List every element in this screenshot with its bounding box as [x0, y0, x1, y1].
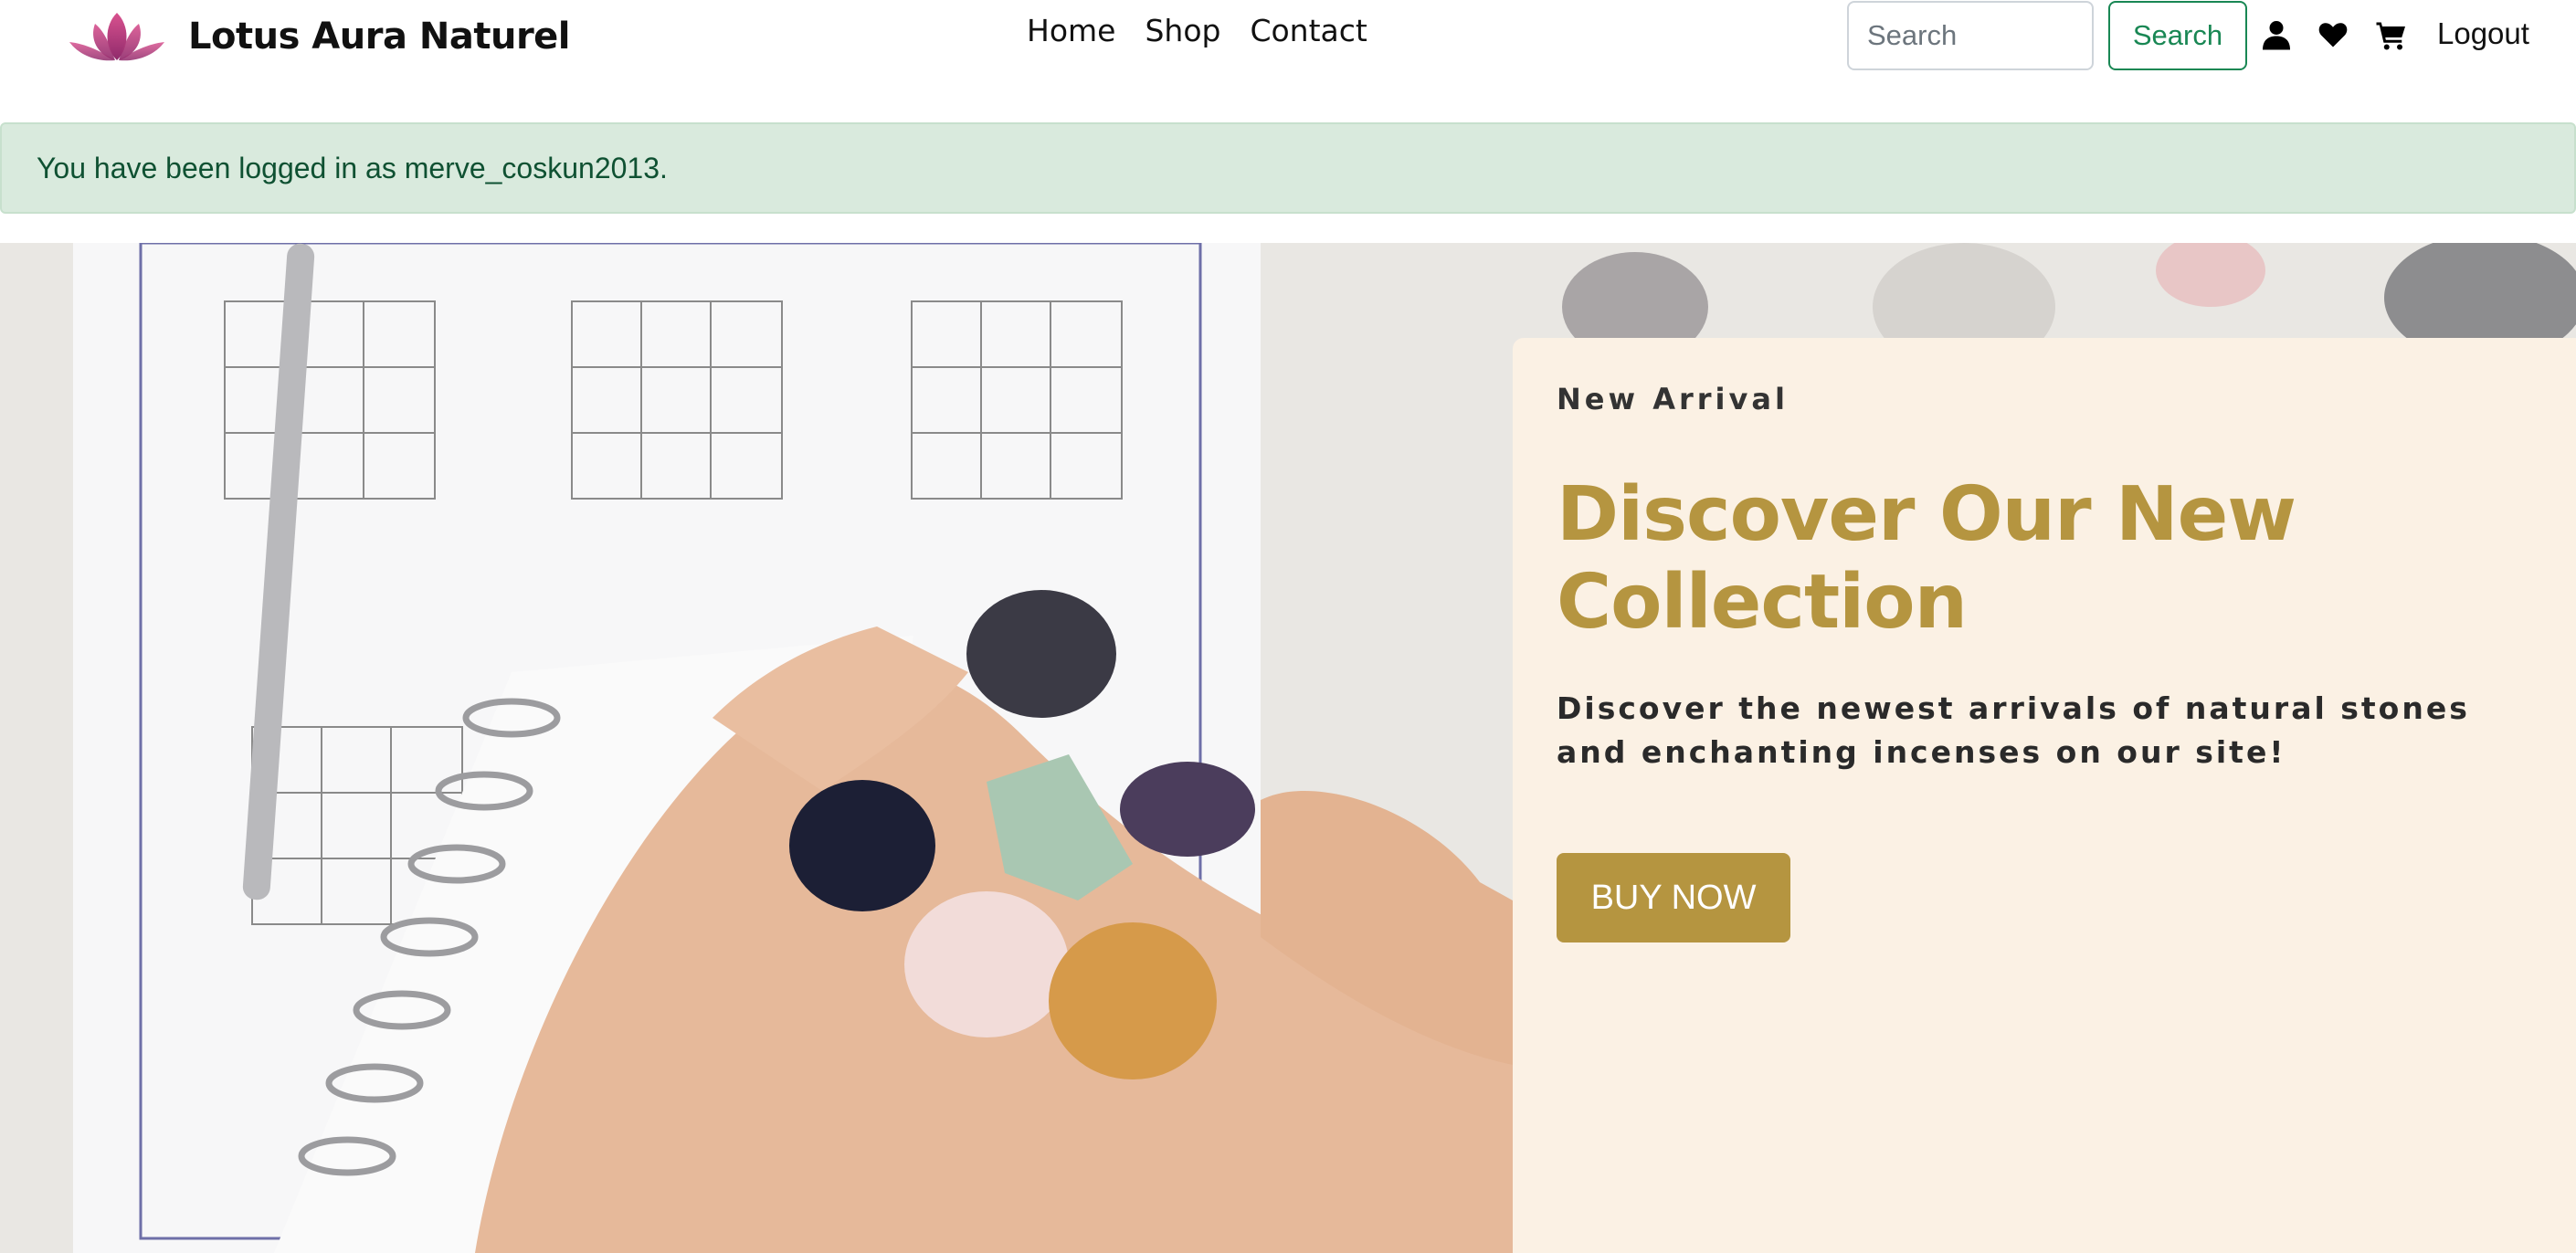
nav-home-link[interactable]: Home — [1027, 13, 1115, 48]
brand-name: Lotus Aura Naturel — [188, 16, 571, 58]
hero-banner: New Arrival Discover Our New Collection … — [0, 243, 2576, 1253]
search-button[interactable]: Search — [2108, 1, 2247, 70]
logout-link[interactable]: Logout — [2437, 16, 2529, 51]
main-nav: Home Shop Contact — [1027, 13, 1367, 48]
navbar: Lotus Aura Naturel Home Shop Contact Sea… — [0, 0, 2576, 71]
nav-contact-link[interactable]: Contact — [1250, 13, 1367, 48]
hero-eyebrow: New Arrival — [1557, 382, 1789, 416]
alert-message: You have been logged in as merve_coskun2… — [37, 151, 668, 184]
hero-description: Discover the newest arrivals of natural … — [1557, 690, 2470, 770]
hero-card: New Arrival Discover Our New Collection … — [1513, 338, 2576, 1253]
login-success-alert: You have been logged in as merve_coskun2… — [0, 122, 2576, 214]
heart-icon[interactable] — [2315, 16, 2351, 53]
buy-now-button[interactable]: BUY NOW — [1557, 853, 1790, 942]
nav-shop-link[interactable]: Shop — [1145, 13, 1220, 48]
lotus-icon — [69, 13, 164, 61]
cart-icon[interactable] — [2373, 16, 2410, 53]
brand[interactable]: Lotus Aura Naturel — [58, 5, 571, 68]
user-icon[interactable] — [2258, 16, 2295, 53]
hero-title: Discover Our New Collection — [1557, 471, 2296, 646]
search-input[interactable] — [1847, 1, 2094, 70]
